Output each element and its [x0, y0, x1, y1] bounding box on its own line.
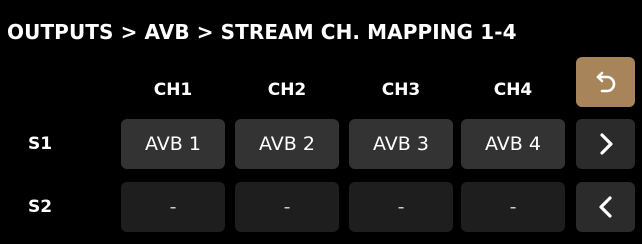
- cell-s1-ch2[interactable]: AVB 2: [235, 119, 339, 169]
- cell-s2-ch1[interactable]: -: [121, 182, 225, 232]
- undo-arrow-icon: [591, 67, 621, 97]
- chevron-left-icon: [594, 192, 618, 222]
- cell-s2-ch3[interactable]: -: [349, 182, 453, 232]
- back-button[interactable]: [576, 57, 635, 107]
- row-label-s2: S2: [28, 197, 53, 217]
- column-header-ch1: CH1: [153, 80, 193, 100]
- column-header-ch3: CH3: [381, 80, 421, 100]
- cell-s1-ch1[interactable]: AVB 1: [121, 119, 225, 169]
- row-label-s1: S1: [28, 134, 53, 154]
- chevron-right-icon: [594, 129, 618, 159]
- next-page-button[interactable]: [576, 119, 635, 169]
- column-header-ch2: CH2: [267, 80, 307, 100]
- cell-s2-ch2[interactable]: -: [235, 182, 339, 232]
- cell-s1-ch4[interactable]: AVB 4: [461, 119, 565, 169]
- column-header-ch4: CH4: [493, 80, 533, 100]
- page-title: OUTPUTS > AVB > STREAM CH. MAPPING 1-4: [7, 20, 517, 44]
- cell-s1-ch3[interactable]: AVB 3: [349, 119, 453, 169]
- previous-page-button[interactable]: [576, 182, 635, 232]
- cell-s2-ch4[interactable]: -: [461, 182, 565, 232]
